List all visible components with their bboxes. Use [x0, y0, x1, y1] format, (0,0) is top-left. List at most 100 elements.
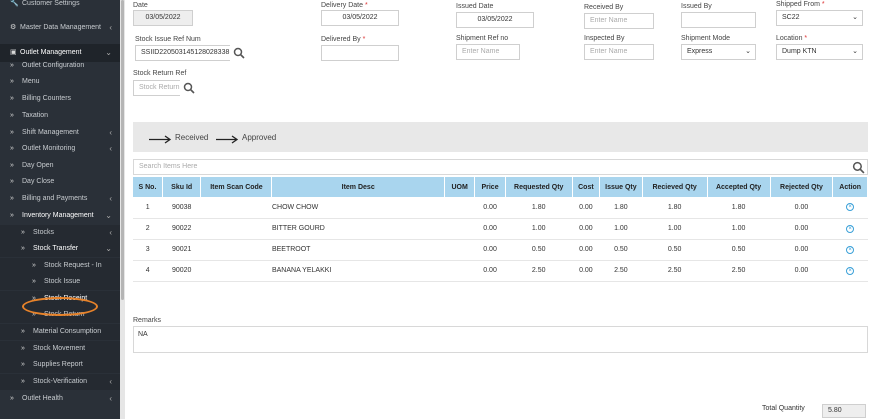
chevron-left-icon: ‹ — [109, 194, 112, 203]
table-cell: CHOW CHOW — [271, 197, 445, 219]
double-chevron-icon: » — [10, 162, 14, 169]
double-chevron-icon: » — [32, 262, 36, 269]
chevron-down-icon: ⌄ — [105, 211, 112, 220]
table-cell: 1.00 — [642, 218, 708, 240]
wrench-icon: 🔧 — [10, 0, 19, 7]
sidebar-item-stocks[interactable]: » Stocks ‹ — [0, 225, 120, 241]
chevron-left-icon: ‹ — [109, 228, 112, 237]
sidebar-item-supplies-report[interactable]: » Supplies Report — [0, 357, 120, 373]
item-search-input[interactable]: Search Items Here — [133, 159, 868, 175]
sidebar-item-outlet-monitoring[interactable]: » Outlet Monitoring ‹ — [0, 141, 120, 157]
received-by-input[interactable]: Enter Name — [584, 13, 654, 29]
remove-row-icon[interactable]: × — [846, 224, 855, 233]
remove-row-icon[interactable]: × — [846, 245, 855, 254]
chevron-down-icon: ⌄ — [105, 244, 112, 253]
table-row: 4 90020 BANANA YELAKKI 0.00 2.50 0.00 2.50 2.50… — [133, 260, 868, 282]
column-header: Cost — [572, 177, 601, 197]
table-cell: 1.00 — [505, 218, 573, 240]
sidebar-item-day-open[interactable]: » Day Open — [0, 158, 120, 174]
sidebar-item-label: Stock Request - In — [44, 262, 102, 269]
chevron-down-icon: ⌄ — [852, 14, 858, 21]
return-ref-search-button[interactable] — [180, 80, 198, 96]
sidebar-scrollbar-thumb[interactable] — [121, 0, 124, 300]
table-cell: BITTER GOURD — [271, 218, 445, 240]
table-cell: 0.00 — [770, 218, 833, 240]
workflow-received: Received — [175, 133, 209, 142]
highlight-circle — [22, 297, 98, 316]
inspected-by-label: Inspected By — [584, 35, 625, 42]
issue-ref-input[interactable]: SSIID220503145128028338 — [135, 45, 231, 61]
table-cell: 2.50 — [707, 260, 770, 282]
table-cell: BANANA YELAKKI — [271, 260, 445, 282]
table-cell — [444, 239, 475, 261]
column-header: Requested Qty — [505, 177, 573, 197]
double-chevron-icon: » — [10, 95, 14, 102]
sidebar-item-stock-movement[interactable]: » Stock Movement — [0, 341, 120, 357]
shipment-ref-input[interactable]: Enter Name — [456, 44, 520, 60]
table-cell: 0.00 — [572, 197, 600, 219]
shipped-from-label: Shipped From * — [776, 1, 825, 8]
sidebar-item-stock-transfer[interactable]: » Stock Transfer ⌄ — [0, 241, 120, 257]
sidebar-item-label: Outlet Configuration — [22, 62, 85, 69]
sidebar-item-taxation[interactable]: » Taxation — [0, 108, 120, 124]
chevron-down-icon: ⌄ — [745, 48, 751, 55]
table-cell: 0.00 — [474, 197, 506, 219]
sidebar-item-menu[interactable]: » Menu — [0, 74, 120, 90]
column-header: Accepted Qty — [707, 177, 771, 197]
table-cell — [200, 239, 272, 261]
column-header: Issue Qty — [599, 177, 643, 197]
issued-date-field[interactable]: 03/05/2022 — [456, 12, 534, 28]
sidebar-item-material-consumption[interactable]: » Material Consumption — [0, 324, 120, 340]
double-chevron-icon: » — [10, 78, 14, 85]
double-chevron-icon: » — [10, 62, 14, 69]
location-select[interactable]: Dump KTN ⌄ — [776, 44, 863, 60]
sidebar-item-stock-verification[interactable]: » Stock-Verification ‹ — [0, 374, 120, 390]
table-cell: 2.50 — [599, 260, 643, 282]
table-cell: 1.80 — [505, 197, 573, 219]
sidebar-item-master-data[interactable]: ⚙ Master Data Management ‹ — [0, 20, 120, 36]
sidebar-item-customer-settings[interactable]: 🔧 Customer Settings — [0, 0, 120, 12]
double-chevron-icon: » — [10, 178, 14, 185]
table-cell: 2.50 — [642, 260, 708, 282]
total-quantity-label: Total Quantity — [762, 405, 805, 412]
gear-icon: ⚙ — [10, 24, 17, 31]
double-chevron-icon: » — [21, 361, 25, 368]
sidebar-item-billing-and-payments[interactable]: » Billing and Payments ‹ — [0, 191, 120, 207]
table-cell: 0.00 — [572, 218, 600, 240]
remarks-label: Remarks — [133, 317, 162, 324]
issue-ref-search-button[interactable] — [230, 45, 248, 61]
sidebar-item-inventory-management[interactable]: » Inventory Management ⌄ — [0, 208, 120, 224]
sidebar-item-label: Inventory Management — [22, 212, 94, 219]
search-icon[interactable] — [852, 161, 865, 174]
chevron-left-icon: ‹ — [109, 377, 112, 386]
arrow-right-icon — [216, 135, 239, 144]
issued-by-input[interactable] — [681, 12, 756, 28]
column-header: Item Scan Code — [200, 177, 273, 197]
issued-date-label: Issued Date — [456, 3, 494, 10]
remove-row-icon[interactable]: × — [846, 266, 855, 275]
sidebar-item-outlet-configuration[interactable]: » Outlet Configuration — [0, 58, 120, 74]
return-ref-input[interactable]: Stock Return — [133, 80, 181, 96]
delivery-date-field[interactable]: 03/05/2022 — [321, 10, 399, 26]
table-cell: 1.80 — [599, 197, 643, 219]
sidebar-item-shift-management[interactable]: » Shift Management ‹ — [0, 125, 120, 141]
sidebar-item-billing-counters[interactable]: » Billing Counters — [0, 91, 120, 107]
table-cell: 0.00 — [770, 239, 833, 261]
double-chevron-icon: » — [10, 212, 14, 219]
remove-row-icon[interactable]: × — [846, 203, 855, 212]
sidebar-item-stock-issue[interactable]: » Stock Issue — [0, 274, 120, 290]
table-cell: 0.00 — [474, 260, 506, 282]
shipment-mode-select[interactable]: Express ⌄ — [681, 44, 756, 60]
table-cell: 3 — [133, 239, 163, 261]
search-icon — [183, 82, 195, 94]
remarks-textarea[interactable]: NA — [133, 326, 868, 353]
inspected-by-input[interactable]: Enter Name — [584, 44, 654, 60]
shipped-from-select[interactable]: SC22 ⌄ — [776, 10, 863, 26]
sidebar-item-stock-request-in[interactable]: » Stock Request - In — [0, 258, 120, 274]
table-cell: 0.00 — [474, 218, 506, 240]
sidebar-item-label: Stock Issue — [44, 278, 81, 285]
date-field[interactable]: 03/05/2022 — [133, 10, 193, 26]
sidebar-item-outlet-health[interactable]: » Outlet Health ‹ — [0, 391, 120, 407]
delivered-by-input[interactable] — [321, 45, 399, 61]
sidebar-item-day-close[interactable]: » Day Close — [0, 174, 120, 190]
